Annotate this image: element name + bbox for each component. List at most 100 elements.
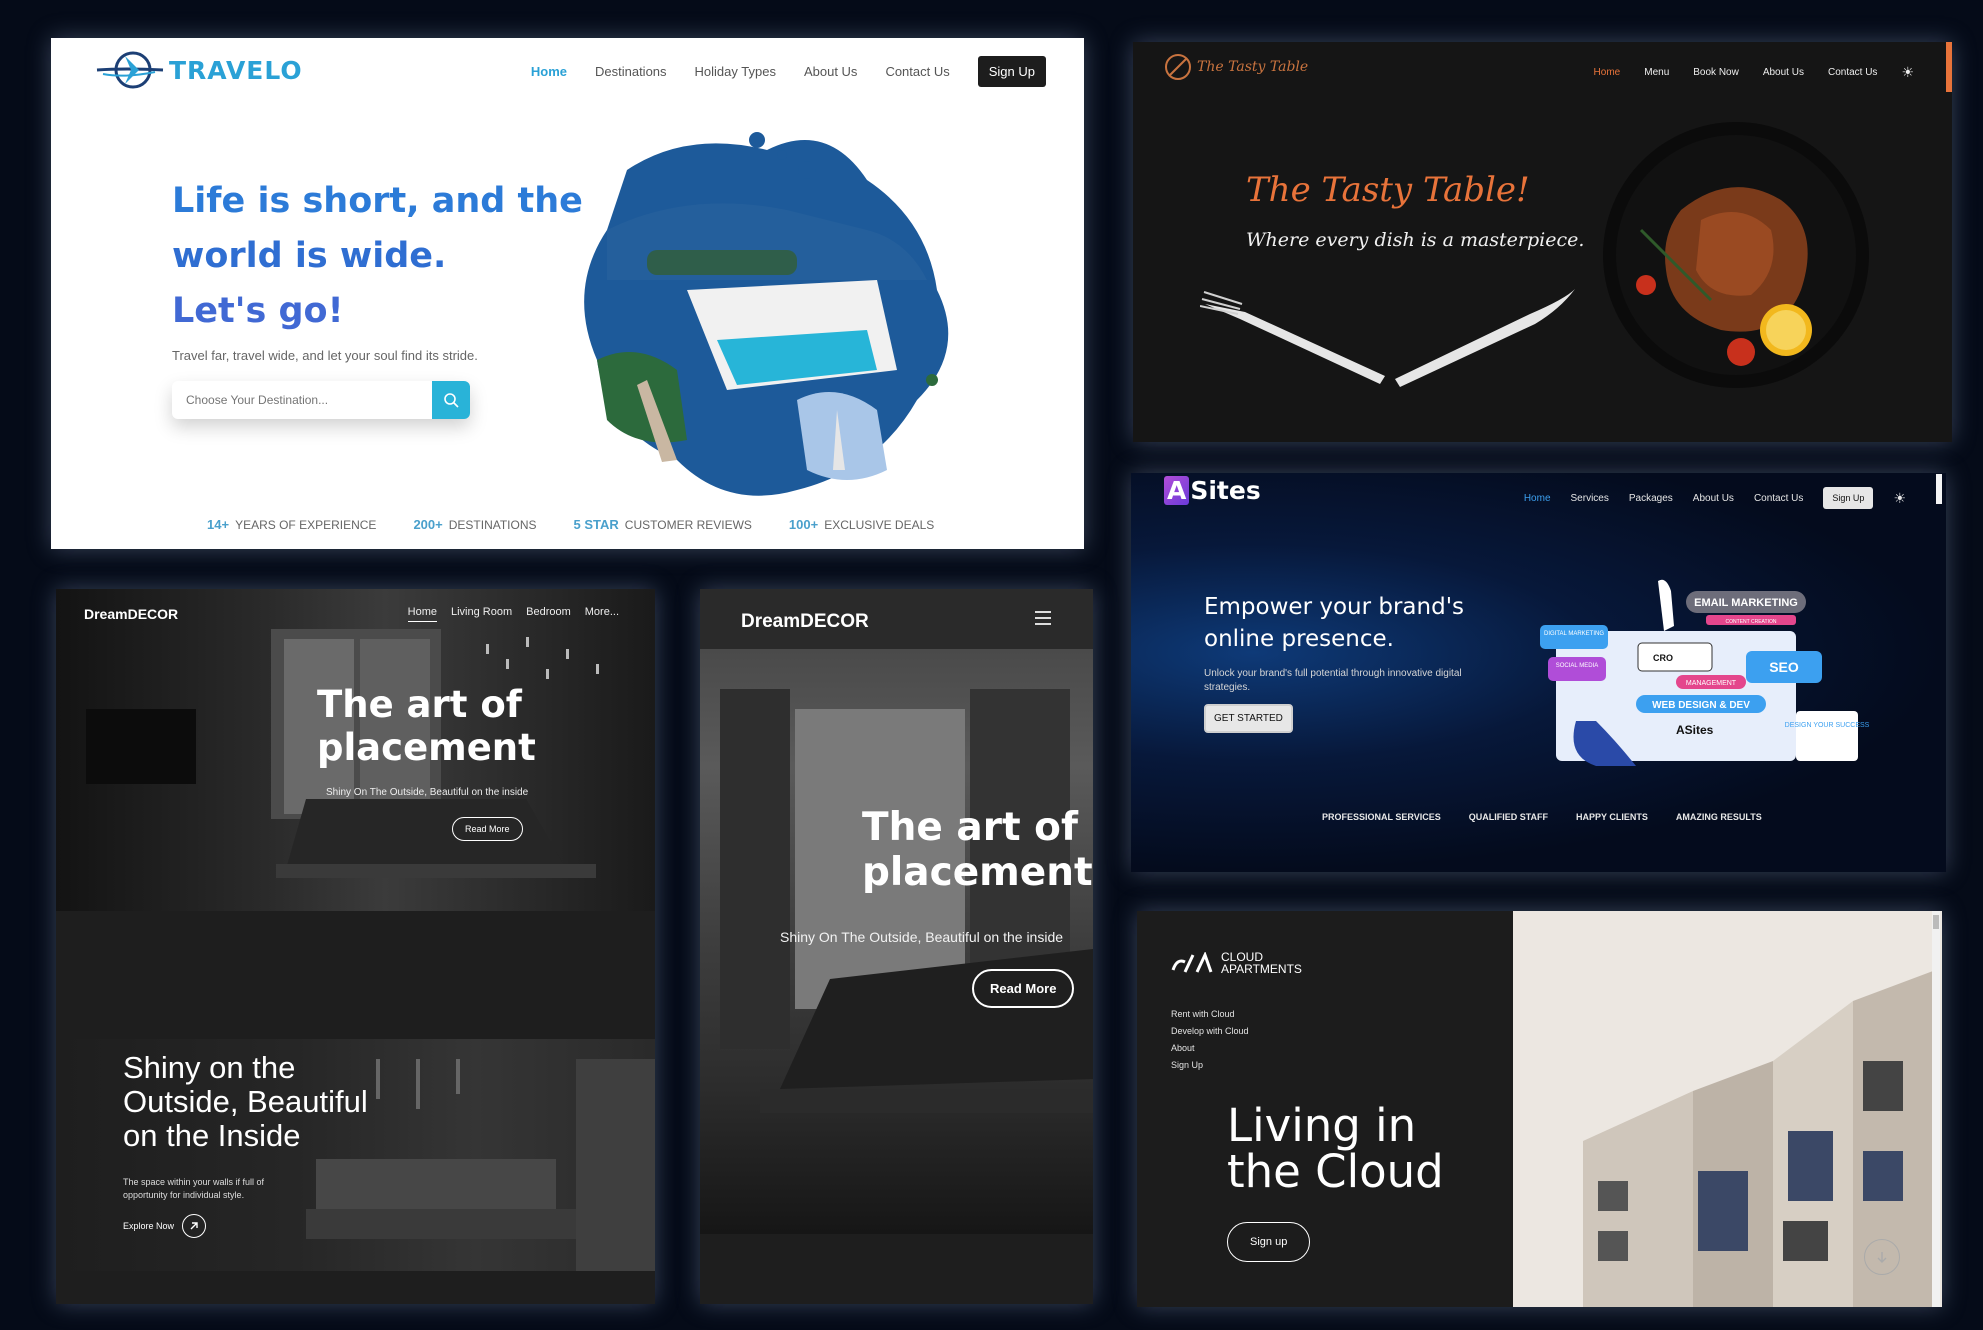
dd1-nav-home[interactable]: Home [407, 606, 437, 622]
search-button[interactable] [432, 381, 470, 419]
dd1-read-more-button[interactable]: Read More [452, 817, 523, 841]
dreamdecor-desktop-screenshot: DreamDECOR Home Living Room Bedroom More… [56, 589, 655, 1304]
sun-theme-icon[interactable]: ☀ [1893, 490, 1906, 507]
menu-rent[interactable]: Rent with Cloud [1171, 1006, 1249, 1023]
asites-nav-services[interactable]: Services [1571, 493, 1609, 504]
asites-nav-contact[interactable]: Contact Us [1754, 493, 1803, 504]
search-icon [444, 393, 459, 408]
asites-hero-title: Empower your brand's online presence. [1204, 594, 1464, 652]
asites-screenshot: A Sites Home Services Packages About Us … [1131, 473, 1946, 872]
asites-nav-about[interactable]: About Us [1693, 493, 1734, 504]
dd1-nav-bedroom[interactable]: Bedroom [526, 606, 571, 622]
asites-description: Unlock your brand's full potential throu… [1204, 668, 1462, 693]
dd2-hero-title: The art of placement [862, 805, 1093, 895]
steak-plate-image [1603, 122, 1869, 388]
cloud-logo[interactable]: CLOUD APARTMENTS [1171, 951, 1302, 975]
travelo-nav: Home Destinations Holiday Types About Us… [531, 56, 1046, 87]
cloud-scroll-thumb[interactable] [1933, 915, 1939, 929]
feature-item: PROFESSIONAL SERVICES [1322, 812, 1441, 822]
asites-logo[interactable]: A Sites [1164, 476, 1261, 505]
tasty-table-screenshot: The Tasty Table Home Menu Book Now About… [1133, 42, 1952, 442]
dd1-hero-subtitle: Shiny On The Outside, Beautiful on the i… [326, 787, 529, 798]
travelo-nav-destinations[interactable]: Destinations [595, 64, 667, 79]
svg-text:ASites: ASites [1676, 723, 1714, 737]
cloud-scrollbar[interactable] [1932, 911, 1940, 1307]
hero-title-line: placement [862, 850, 1093, 895]
dd1-nav: Home Living Room Bedroom More... [407, 606, 619, 622]
explore-now-link[interactable]: Explore Now [123, 1214, 207, 1238]
svg-text:SOCIAL MEDIA: SOCIAL MEDIA [1556, 663, 1598, 669]
tasty-nav-contact[interactable]: Contact Us [1828, 67, 1877, 78]
travelo-screenshot: TRAVELO Home Destinations Holiday Types … [51, 38, 1084, 549]
dd1-section-title: Shiny on the Outside, Beautiful on the I… [123, 1050, 368, 1153]
menu-about[interactable]: About [1171, 1040, 1249, 1057]
svg-text:SEO: SEO [1769, 659, 1799, 675]
dd1-brand[interactable]: DreamDECOR [84, 606, 178, 622]
sun-theme-icon[interactable]: ☀ [1901, 64, 1914, 81]
hero-title-line: The art of [317, 683, 522, 726]
feature-item: HAPPY CLIENTS [1576, 812, 1648, 822]
travelo-hero-title: Life is short, and the world is wide. Le… [172, 174, 583, 339]
menu-signup[interactable]: Sign Up [1171, 1057, 1249, 1074]
tasty-nav-about[interactable]: About Us [1763, 67, 1804, 78]
dd2-brand[interactable]: DreamDECOR [741, 611, 869, 633]
travelo-logo[interactable]: TRAVELO [95, 48, 303, 92]
chef-logo-icon [1165, 54, 1191, 80]
travelo-nav-holiday-types[interactable]: Holiday Types [695, 64, 776, 79]
hero-line-1: Life is short, and the [172, 181, 583, 221]
dreamdecor-mobile-screenshot: DreamDECOR The art of placement Shiny On… [700, 589, 1093, 1304]
asites-features: PROFESSIONAL SERVICES QUALIFIED STAFF HA… [1322, 812, 1762, 822]
tasty-logo-text: The Tasty Table [1197, 59, 1309, 75]
travelo-nav-about[interactable]: About Us [804, 64, 857, 79]
asites-nav-packages[interactable]: Packages [1629, 493, 1673, 504]
destination-search-input[interactable] [172, 381, 432, 419]
asites-logo-mark: A [1164, 476, 1190, 505]
tasty-nav: Home Menu Book Now About Us Contact Us ☀ [1594, 64, 1914, 81]
hamburger-menu-icon[interactable] [1035, 611, 1051, 629]
asites-scrollbar[interactable] [1936, 474, 1942, 504]
explore-label: Explore Now [123, 1221, 175, 1231]
cloud-logo-text: CLOUD APARTMENTS [1221, 950, 1302, 976]
scroll-down-arrow-icon[interactable] [1864, 1239, 1900, 1275]
cutlery-image [1200, 289, 1575, 387]
svg-text:MANAGEMENT: MANAGEMENT [1686, 680, 1737, 687]
hero-line-3: Let's go! [172, 291, 344, 331]
dd2-hero-subtitle: Shiny On The Outside, Beautiful on the i… [780, 929, 1064, 945]
cloud-apartments-screenshot: CLOUD APARTMENTS Rent with Cloud Develop… [1137, 911, 1942, 1307]
svg-text:DIGITAL MARKETING: DIGITAL MARKETING [1544, 631, 1604, 637]
cloud-logo-icon [1171, 952, 1213, 973]
stat-item: 14+ YEARS OF EXPERIENCE [207, 517, 377, 532]
asites-signup-button[interactable]: Sign Up [1823, 487, 1874, 509]
travelo-stats: 14+ YEARS OF EXPERIENCE 200+ DESTINATIONS … [207, 517, 934, 532]
dd1-section-description: The space within your walls if full of o… [123, 1177, 265, 1200]
marketing-illustration: EMAIL MARKETING CONTENT CREATION DIGITAL… [1540, 579, 1870, 766]
feature-item: QUALIFIED STAFF [1468, 812, 1549, 822]
tasty-nav-menu[interactable]: Menu [1644, 67, 1669, 78]
tasty-scrollbar[interactable] [1946, 42, 1952, 92]
arrow-up-right-icon [182, 1214, 207, 1238]
dd1-nav-living[interactable]: Living Room [451, 606, 512, 622]
svg-text:DESIGN YOUR SUCCESS: DESIGN YOUR SUCCESS [1785, 722, 1870, 729]
cloud-hero-title: Living in the Cloud [1227, 1103, 1444, 1195]
get-started-button[interactable]: GET STARTED [1204, 704, 1293, 733]
cloud-signup-button[interactable]: Sign up [1227, 1222, 1311, 1262]
tasty-logo[interactable]: The Tasty Table [1163, 52, 1308, 82]
travelo-search [172, 381, 470, 419]
hero-title-line: Living in [1227, 1099, 1417, 1152]
stat-item: 5 STAR CUSTOMER REVIEWS [573, 517, 752, 532]
hero-title-line: the Cloud [1227, 1145, 1444, 1198]
dd1-hero-title: The art of placement [317, 683, 536, 769]
hero-title-line: The art of [862, 805, 1078, 850]
menu-develop[interactable]: Develop with Cloud [1171, 1023, 1249, 1040]
travelo-nav-home[interactable]: Home [531, 64, 567, 79]
cloud-menu: Rent with Cloud Develop with Cloud About… [1171, 1006, 1249, 1074]
asites-nav-home[interactable]: Home [1524, 493, 1551, 504]
santorini-collage-image [584, 132, 949, 496]
travelo-signup-button[interactable]: Sign Up [977, 56, 1046, 87]
travelo-nav-contact[interactable]: Contact Us [885, 64, 949, 79]
dd2-read-more-button[interactable]: Read More [972, 969, 1075, 1008]
tasty-nav-book[interactable]: Book Now [1693, 67, 1739, 78]
tasty-nav-home[interactable]: Home [1594, 67, 1621, 78]
dd1-nav-more[interactable]: More... [585, 606, 619, 622]
asites-nav: Home Services Packages About Us Contact … [1524, 487, 1906, 509]
